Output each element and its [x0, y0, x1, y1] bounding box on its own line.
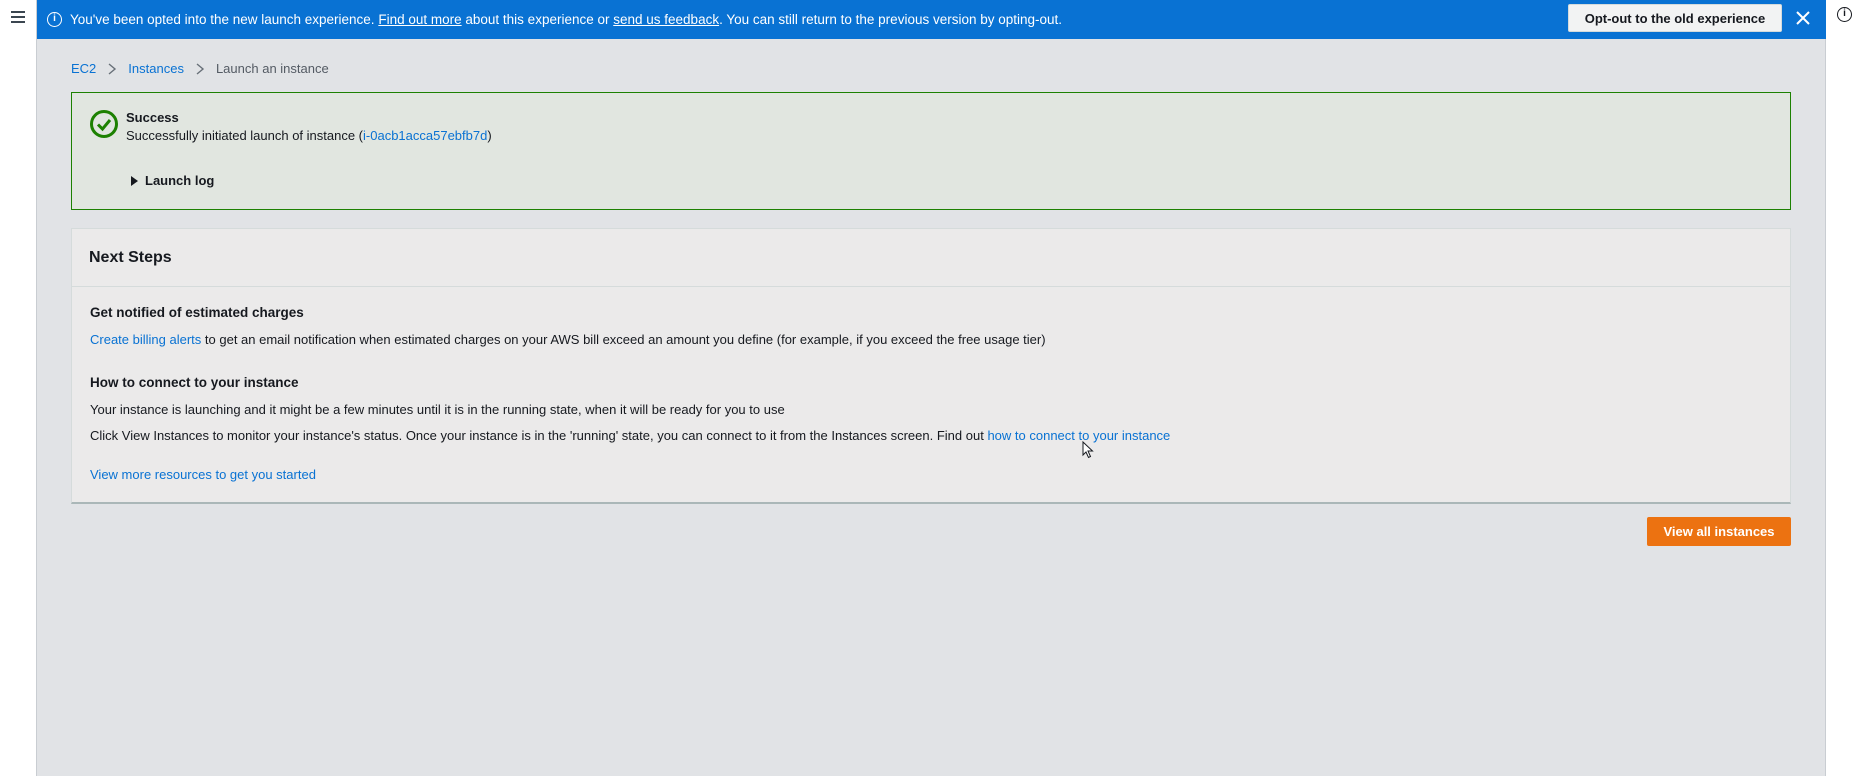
close-icon[interactable]: [1794, 9, 1812, 27]
breadcrumb-instances[interactable]: Instances: [128, 61, 184, 76]
connect-line-2-text: Click View Instances to monitor your ins…: [90, 428, 984, 443]
right-tools-rail: i: [1825, 0, 1862, 776]
info-icon: i: [47, 12, 62, 27]
mouse-cursor-icon: [1082, 441, 1094, 459]
breadcrumb-current: Launch an instance: [215, 61, 329, 76]
view-all-instances-button[interactable]: View all instances: [1647, 517, 1791, 546]
banner-prefix: You've been opted into the new launch ex…: [70, 12, 375, 27]
success-message-prefix: Successfully initiated launch of instanc…: [126, 128, 364, 143]
connect-heading: How to connect to your instance: [90, 375, 299, 390]
launch-experience-banner: i You've been opted into the new launch …: [37, 0, 1826, 39]
view-more-resources-link[interactable]: View more resources to get you started: [90, 467, 316, 482]
left-navigation-rail: [0, 0, 37, 776]
launch-log-label: Launch log: [145, 173, 215, 188]
success-message-suffix: ): [487, 128, 492, 143]
billing-heading: Get notified of estimated charges: [90, 305, 304, 320]
billing-text: Create billing alerts to get an email no…: [90, 332, 1046, 347]
billing-description: to get an email notification when estima…: [204, 332, 1046, 347]
check-circle-icon: [90, 110, 118, 138]
instance-id-link[interactable]: i-0acb1acca57ebfb7d: [363, 128, 487, 143]
send-feedback-link[interactable]: send us feedback: [613, 12, 719, 27]
launch-log-toggle[interactable]: Launch log: [131, 173, 214, 188]
opt-out-button[interactable]: Opt-out to the old experience: [1568, 4, 1782, 32]
success-message: Successfully initiated launch of instanc…: [126, 128, 492, 143]
find-out-more-link[interactable]: Find out more: [378, 12, 461, 27]
connect-line-2: Click View Instances to monitor your ins…: [90, 428, 1170, 443]
next-steps-title: Next Steps: [72, 229, 1790, 287]
banner-middle: about this experience or: [465, 12, 610, 27]
breadcrumb-ec2[interactable]: EC2: [71, 61, 96, 76]
caret-right-icon: [131, 175, 138, 186]
chevron-right-icon: [108, 62, 117, 75]
connect-line-1: Your instance is launching and it might …: [90, 402, 785, 417]
success-title: Success: [126, 110, 179, 125]
banner-suffix: . You can still return to the previous v…: [719, 12, 1063, 27]
chevron-right-icon: [196, 62, 205, 75]
success-alert: Success Successfully initiated launch of…: [71, 92, 1791, 210]
hamburger-menu-icon[interactable]: [11, 11, 25, 23]
info-icon[interactable]: i: [1837, 7, 1852, 22]
breadcrumb: EC2 Instances Launch an instance: [71, 61, 329, 76]
next-steps-card: Next Steps Get notified of estimated cha…: [71, 228, 1791, 504]
how-to-connect-link[interactable]: how to connect to your instance: [987, 428, 1170, 443]
create-billing-alerts-link[interactable]: Create billing alerts: [90, 332, 201, 347]
